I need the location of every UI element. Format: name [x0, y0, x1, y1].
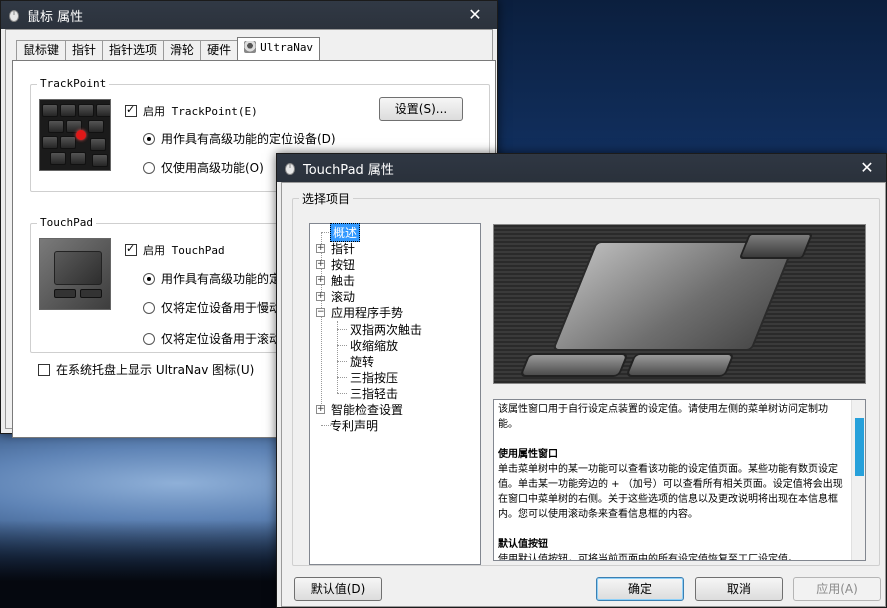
- ultranav-icon: [244, 41, 257, 53]
- info-paragraph-use-window: 单击菜单树中的某一功能可以查看该功能的设定值页面。某些功能有数页设定值。单击某一…: [498, 464, 843, 520]
- apply-button[interactable]: 应用(A): [793, 577, 881, 601]
- touchpad-radio-scroll[interactable]: [143, 332, 155, 345]
- defaults-button[interactable]: 默认值(D): [294, 577, 382, 601]
- tab-buttons[interactable]: 鼠标键: [16, 40, 67, 60]
- expand-plus-icon[interactable]: +: [316, 291, 325, 301]
- trackpoint-radio-adv-row[interactable]: 仅使用高级功能(O): [143, 159, 264, 176]
- select-item-group: 选择项目 概述 + 指针 + 按钮 + 触击 + 滚动 − 应用程序手势 双指两次触击 收…: [292, 190, 880, 566]
- mouse-icon: [285, 163, 295, 175]
- preview-left-button: [519, 353, 629, 377]
- info-scrollbar[interactable]: [851, 400, 865, 560]
- tree-item-overview[interactable]: 概述: [330, 222, 361, 242]
- tray-icon-row[interactable]: 在系统托盘上显示 UltraNav 图标(U): [38, 361, 254, 378]
- tree-item-two-finger-double-tap[interactable]: 双指两次触击: [350, 321, 422, 337]
- tree-item-tapping[interactable]: + 触击: [316, 272, 355, 288]
- touchpad-enable-checkbox[interactable]: [125, 242, 137, 256]
- touchpad-properties-titlebar[interactable]: TouchPad 属性: [277, 154, 886, 182]
- mouse-icon: [9, 10, 19, 22]
- touchpad-properties-title: TouchPad 属性: [303, 162, 394, 178]
- tab-pointer-options[interactable]: 指针选项: [102, 40, 165, 60]
- expand-plus-icon[interactable]: +: [316, 259, 325, 269]
- info-text-box[interactable]: 该属性窗口用于自行设定点装置的设定值。请使用左侧的菜单树访问定制功能。 使用属性…: [493, 399, 866, 561]
- touchpad-radio-scroll-label: 仅将定位设备用于滚动: [161, 332, 282, 346]
- cancel-button[interactable]: 取消: [695, 577, 783, 601]
- tree-item-scrolling[interactable]: + 滚动: [316, 288, 355, 304]
- mouse-properties-titlebar[interactable]: 鼠标 属性: [1, 1, 497, 29]
- trackpoint-radio-full[interactable]: [143, 132, 155, 145]
- touchpad-radio-slow-row[interactable]: 仅将定位设备用于慢动: [143, 299, 281, 316]
- expand-plus-icon[interactable]: +: [316, 275, 325, 285]
- ok-button[interactable]: 确定: [596, 577, 684, 601]
- touchpad-enable-label: 启用 TouchPad: [143, 244, 225, 257]
- touchpad-radio-full[interactable]: [143, 272, 155, 285]
- info-heading-use-window: 使用属性窗口: [498, 449, 558, 460]
- tree-item-smart-check[interactable]: + 智能检查设置: [316, 401, 403, 417]
- touchpad-properties-body: 选择项目 概述 + 指针 + 按钮 + 触击 + 滚动 − 应用程序手势 双指两次触击 收…: [281, 182, 886, 607]
- tab-hardware[interactable]: 硬件: [200, 40, 239, 60]
- touchpad-surface-graphic: [54, 251, 102, 285]
- tree-item-app-gestures[interactable]: − 应用程序手势: [316, 304, 403, 320]
- trackpoint-enable-label: 启用 TrackPoint(E): [143, 105, 258, 118]
- trackpoint-radio-adv-label: 仅使用高级功能(O): [161, 161, 264, 175]
- settings-tree[interactable]: 概述 + 指针 + 按钮 + 触击 + 滚动 − 应用程序手势 双指两次触击 收缩缩放 旋…: [309, 222, 481, 565]
- touchpad-enable-row[interactable]: 启用 TouchPad: [125, 242, 225, 258]
- select-item-label: 选择项目: [299, 190, 354, 207]
- mouse-properties-title: 鼠标 属性: [27, 9, 84, 25]
- touchpad-preview-image: [493, 224, 866, 384]
- info-text-content: 该属性窗口用于自行设定点装置的设定值。请使用左侧的菜单树访问定制功能。 使用属性…: [498, 402, 846, 561]
- tree-item-pinch-zoom[interactable]: 收缩缩放: [350, 337, 398, 353]
- tree-item-three-finger-press[interactable]: 三指按压: [350, 369, 398, 385]
- tab-ultranav-label: UltraNav: [260, 41, 314, 54]
- trackpoint-radio-adv-only[interactable]: [143, 161, 155, 174]
- info-paragraph-intro: 该属性窗口用于自行设定点装置的设定值。请使用左侧的菜单树访问定制功能。: [498, 404, 828, 430]
- trackpoint-radio-full-label: 用作具有高级功能的定位设备(D): [161, 132, 336, 146]
- tab-pointers[interactable]: 指针: [65, 40, 104, 60]
- close-button[interactable]: ✕: [855, 158, 879, 178]
- trackpoint-group-label: TrackPoint: [37, 77, 110, 90]
- expand-plus-icon[interactable]: +: [316, 243, 325, 253]
- info-heading-default-button: 默认值按钮: [498, 539, 548, 550]
- touchpad-radio-slow-label: 仅将定位设备用于慢动: [161, 301, 282, 315]
- tree-item-patent-notice[interactable]: 专利声明: [330, 417, 378, 433]
- tree-item-buttons[interactable]: + 按钮: [316, 256, 355, 272]
- touchpad-radio-slow[interactable]: [143, 301, 155, 314]
- touchpad-radio-full-label: 用作具有高级功能的定位: [161, 272, 294, 286]
- tree-item-pointing[interactable]: + 指针: [316, 240, 355, 256]
- preview-right-button: [625, 353, 735, 377]
- tab-strip: 鼠标键 指针 指针选项 滑轮 硬件 UltraNav: [16, 37, 321, 60]
- tray-icon-checkbox[interactable]: [38, 363, 50, 376]
- preview-trackpoint-buttons: [738, 233, 814, 259]
- touchpad-radio-scroll-row[interactable]: 仅将定位设备用于滚动: [143, 330, 281, 347]
- trackpoint-enable-checkbox[interactable]: [125, 103, 137, 117]
- tree-item-three-finger-flick[interactable]: 三指轻击: [350, 385, 398, 401]
- close-button[interactable]: ✕: [463, 5, 487, 25]
- trackpoint-nub: [76, 130, 86, 140]
- touchpad-radio-full-row[interactable]: 用作具有高级功能的定位: [143, 270, 293, 287]
- trackpoint-image: [39, 99, 111, 171]
- touchpad-properties-window: TouchPad 属性 ✕ 选择项目 概述 + 指针 + 按钮 + 触击 + 滚动 − 应…: [276, 153, 887, 608]
- touchpad-group-label: TouchPad: [37, 216, 96, 229]
- expand-plus-icon[interactable]: +: [316, 404, 325, 414]
- collapse-minus-icon[interactable]: −: [316, 307, 325, 317]
- info-paragraph-default-button: 使用默认值按钮，可将当前页面中的所有设定值恢复至工厂设定值。: [498, 554, 798, 561]
- info-scrollbar-thumb[interactable]: [855, 418, 864, 476]
- tree-item-rotate[interactable]: 旋转: [350, 353, 374, 369]
- tab-ultranav[interactable]: UltraNav: [237, 37, 321, 60]
- tray-icon-label: 在系统托盘上显示 UltraNav 图标(U): [56, 363, 255, 377]
- trackpoint-radio-full-row[interactable]: 用作具有高级功能的定位设备(D): [143, 130, 336, 147]
- tab-wheel[interactable]: 滑轮: [163, 40, 202, 60]
- trackpoint-enable-row[interactable]: 启用 TrackPoint(E): [125, 103, 258, 119]
- trackpoint-settings-button[interactable]: 设置(S)...: [379, 97, 463, 121]
- touchpad-image: [39, 238, 111, 310]
